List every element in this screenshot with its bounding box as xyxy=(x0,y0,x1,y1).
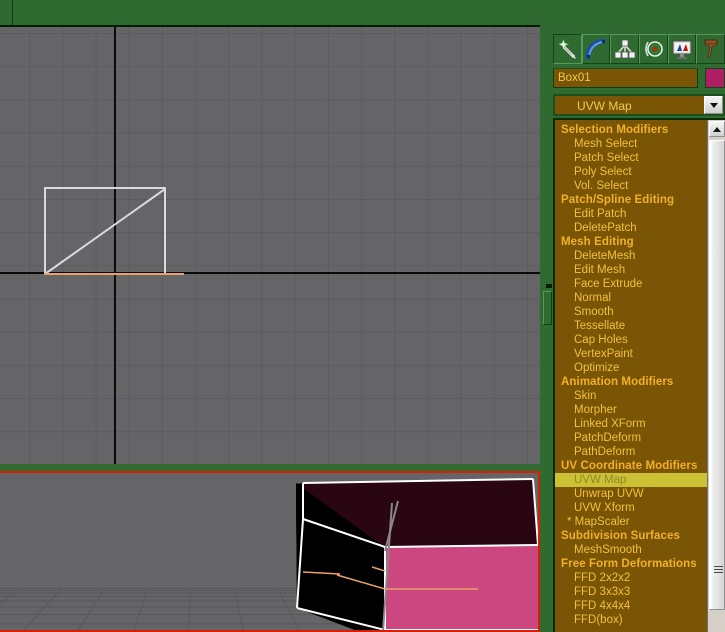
modifier-list-item[interactable]: PathDeform xyxy=(555,445,707,459)
modifier-list-item[interactable]: Tessellate xyxy=(555,319,707,333)
modifier-list-item[interactable]: DeletePatch xyxy=(555,221,707,235)
modifier-list-item[interactable]: Edit Patch xyxy=(555,207,707,221)
hierarchy-nodes-icon xyxy=(614,38,636,60)
modify-tab[interactable] xyxy=(582,34,611,64)
modifier-category: Patch/Spline Editing xyxy=(555,193,707,207)
modifier-list-item[interactable]: FFD 2x2x2 xyxy=(555,571,707,585)
monitor-display-icon xyxy=(671,38,693,60)
object-name-row xyxy=(553,68,725,88)
motion-wheel-icon xyxy=(642,38,664,60)
modifier-list-item[interactable]: DeleteMesh xyxy=(555,249,707,263)
modifier-category: Selection Modifiers xyxy=(555,123,707,137)
viewport-top-band-edge xyxy=(0,0,13,26)
modifier-list-items: Selection ModifiersMesh SelectPatch Sele… xyxy=(555,123,707,627)
modifier-list-item[interactable]: Face Extrude xyxy=(555,277,707,291)
selection-highlight-line xyxy=(44,273,184,275)
modifier-list-item[interactable]: Smooth xyxy=(555,305,707,319)
modifier-category: Animation Modifiers xyxy=(555,375,707,389)
perspective-viewport[interactable] xyxy=(0,471,540,632)
modifier-list-item[interactable]: Poly Select xyxy=(555,165,707,179)
modifier-list-item[interactable]: UVW Map xyxy=(555,473,707,487)
modifier-list-item[interactable]: Unwrap UVW xyxy=(555,487,707,501)
modifier-category: Free Form Deformations xyxy=(555,557,707,571)
modifier-list-item[interactable]: FFD 3x3x3 xyxy=(555,585,707,599)
create-tab[interactable] xyxy=(553,34,582,64)
curve-arc-icon xyxy=(585,38,607,60)
modifier-list-item[interactable]: Morpher xyxy=(555,403,707,417)
box-wireframe-diagonal xyxy=(44,187,166,275)
modifier-category: Subdivision Surfaces xyxy=(555,529,707,543)
viewport-top-band xyxy=(0,0,540,26)
modifier-list-item[interactable]: FFD 4x4x4 xyxy=(555,599,707,613)
scroll-up-button[interactable] xyxy=(709,121,725,137)
modifier-list-item[interactable]: Mesh Select xyxy=(555,137,707,151)
grip-lines-icon xyxy=(714,566,723,575)
panel-splitter-handle[interactable] xyxy=(543,291,552,325)
modifier-stack-selected-label: UVW Map xyxy=(577,98,632,114)
viewport-divider[interactable] xyxy=(0,464,540,471)
display-tab[interactable] xyxy=(668,34,697,64)
modifier-category: UV Coordinate Modifiers xyxy=(555,459,707,473)
modifier-list-item[interactable]: UVW Xform xyxy=(555,501,707,515)
object-name-input[interactable] xyxy=(553,68,698,88)
magic-wand-star-icon xyxy=(556,38,578,60)
modifier-list-item[interactable]: PatchDeform xyxy=(555,431,707,445)
modifier-list-item[interactable]: Skin xyxy=(555,389,707,403)
hierarchy-tab[interactable] xyxy=(610,34,639,64)
motion-tab[interactable] xyxy=(639,34,668,64)
chevron-down-icon[interactable] xyxy=(704,96,723,114)
hammer-icon xyxy=(700,38,722,60)
modifier-list-item[interactable]: MeshSmooth xyxy=(555,543,707,557)
modifier-list-item[interactable]: Vol. Select xyxy=(555,179,707,193)
modifier-list-item[interactable]: * MapScaler xyxy=(555,515,707,529)
object-color-swatch[interactable] xyxy=(705,68,725,88)
viewport-area xyxy=(0,0,540,632)
modifier-list-item[interactable]: Optimize xyxy=(555,361,707,375)
shaded-box-object[interactable] xyxy=(0,471,540,632)
application-window: UVW Map Selection ModifiersMesh SelectPa… xyxy=(0,0,725,632)
top-orthographic-viewport[interactable] xyxy=(0,27,540,464)
modifier-list-item[interactable]: Patch Select xyxy=(555,151,707,165)
modifier-list[interactable]: Selection ModifiersMesh SelectPatch Sele… xyxy=(553,118,725,632)
modifier-list-item[interactable]: Linked XForm xyxy=(555,417,707,431)
modifier-list-item[interactable]: FFD(box) xyxy=(555,613,707,627)
modifier-list-item[interactable]: Edit Mesh xyxy=(555,263,707,277)
modifier-list-scrollbar[interactable] xyxy=(707,120,725,632)
utilities-tab[interactable] xyxy=(696,34,725,64)
modifier-stack-combo[interactable]: UVW Map xyxy=(553,94,725,116)
modifier-list-item[interactable]: VertexPaint xyxy=(555,347,707,361)
scrollbar-thumb[interactable] xyxy=(709,140,725,610)
modifier-list-item[interactable]: Normal xyxy=(555,291,707,305)
modifier-category: Mesh Editing xyxy=(555,235,707,249)
command-panel-tabs xyxy=(553,33,725,65)
modifier-list-item[interactable]: Cap Holes xyxy=(555,333,707,347)
command-panel: UVW Map Selection ModifiersMesh SelectPa… xyxy=(540,0,725,632)
